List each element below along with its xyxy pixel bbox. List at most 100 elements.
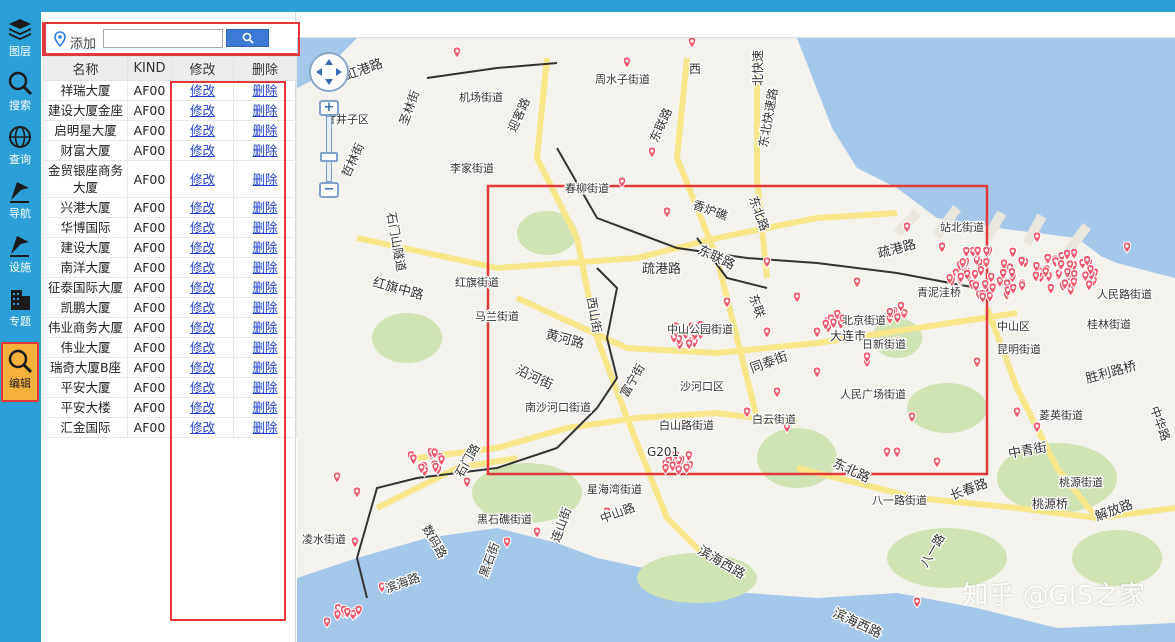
poi-marker[interactable] [1012,406,1022,419]
map-label: 东联 [746,292,767,319]
poi-kind: AF00 [127,417,172,438]
delete-link[interactable]: 删除 [252,200,277,215]
pan-control[interactable] [309,52,349,92]
map-label: 北京街道 [842,313,886,327]
map-label: 凌水街道 [302,532,346,546]
poi-marker[interactable] [792,291,802,304]
edit-link[interactable]: 修改 [190,200,215,215]
poi-marker[interactable] [978,291,987,305]
table-row: 瑞奇大厦B座 AF00 修改 删除 [43,357,297,378]
edit-panel: 添加 名称 KIND 修改 删除 祥瑞大厦 AF00 修改 删除 建设大厦金座 AF00 修… [41,12,299,642]
map-canvas[interactable]: 虹港路 周水子街道西 北快速机场街道 东北快速路甘井子区 圣林街 迎客路 东联路李家街道春柳… [297,38,1175,642]
poi-marker[interactable] [332,471,342,484]
poi-marker[interactable] [622,56,632,69]
poi-marker[interactable] [972,356,982,369]
poi-marker[interactable] [882,446,892,459]
delete-link[interactable]: 删除 [252,360,277,375]
poi-marker[interactable] [772,386,782,399]
map-label: 桃源街道 [1059,475,1103,489]
zoom-out-button[interactable]: − [319,182,339,198]
nav-item-facility[interactable]: 设施 [1,228,39,280]
delete-cell: 删除 [233,357,297,378]
edit-link[interactable]: 修改 [190,340,215,355]
edit-search-icon [8,349,33,374]
edit-link[interactable]: 修改 [190,172,215,187]
edit-link[interactable]: 修改 [190,220,215,235]
delete-link[interactable]: 删除 [252,83,277,98]
edit-cell: 修改 [171,397,234,418]
edit-link[interactable]: 修改 [190,360,215,375]
map-label: 圣林街 [397,88,422,127]
edit-link[interactable]: 修改 [190,280,215,295]
search-icon [8,71,33,96]
edit-link[interactable]: 修改 [190,420,215,435]
delete-cell: 删除 [233,197,297,218]
add-label: 添加 [70,37,97,52]
delete-link[interactable]: 删除 [252,220,277,235]
poi-marker[interactable] [687,38,697,49]
zoom-slider-track[interactable] [326,116,332,182]
nav-item-layers[interactable]: 图层 [1,12,39,64]
poi-marker[interactable] [1017,280,1027,293]
nav-item-query[interactable]: 查询 [1,120,39,172]
poi-marker[interactable] [662,206,672,219]
add-bar: 添加 [44,22,299,55]
poi-marker[interactable] [647,146,657,159]
delete-cell: 删除 [233,277,297,298]
edit-link[interactable]: 修改 [190,83,215,98]
nav-label: 专题 [9,315,31,328]
delete-link[interactable]: 删除 [252,400,277,415]
edit-link[interactable]: 修改 [190,103,215,118]
poi-marker[interactable] [762,326,772,339]
edit-cell: 修改 [171,160,234,198]
poi-marker[interactable] [452,46,462,59]
delete-link[interactable]: 删除 [252,340,277,355]
edit-link[interactable]: 修改 [190,260,215,275]
poi-marker[interactable] [1046,282,1056,296]
delete-link[interactable]: 删除 [252,103,277,118]
nav-item-topic[interactable]: 专题 [1,282,39,334]
poi-marker[interactable] [812,366,822,379]
poi-marker[interactable] [682,462,691,475]
edit-link[interactable]: 修改 [190,300,215,315]
map-label: 哲林街 [339,141,367,180]
nav-item-edit[interactable]: 编辑 [1,342,39,402]
poi-marker[interactable] [892,446,902,459]
map-label: 中山区 [997,320,1030,333]
poi-marker[interactable] [932,456,942,469]
poi-marker[interactable] [812,326,822,339]
delete-link[interactable]: 删除 [252,123,277,138]
delete-link[interactable]: 删除 [252,260,277,275]
delete-link[interactable]: 删除 [252,280,277,295]
delete-link[interactable]: 删除 [252,300,277,315]
delete-link[interactable]: 删除 [252,420,277,435]
edit-link[interactable]: 修改 [190,380,215,395]
poi-marker[interactable] [352,486,362,499]
poi-marker[interactable] [350,536,360,549]
poi-marker[interactable] [532,526,542,539]
map-view[interactable]: 虹港路 周水子街道西北快速 机场街道 东北快速路 甘井子区 圣林街 迎客路 东联路 李家街道 春柳… [297,12,1175,642]
edit-link[interactable]: 修改 [190,320,215,335]
poi-marker[interactable] [852,276,862,289]
add-search-input[interactable] [103,29,223,48]
delete-link[interactable]: 删除 [252,240,277,255]
delete-link[interactable]: 删除 [252,143,277,158]
delete-link[interactable]: 删除 [252,320,277,335]
delete-cell: 删除 [233,100,297,121]
delete-link[interactable]: 删除 [252,172,277,187]
table-row: 启明星大厦 AF00 修改 删除 [43,120,297,141]
poi-marker[interactable] [409,453,418,466]
edit-link[interactable]: 修改 [190,123,215,138]
nav-item-search[interactable]: 搜索 [1,66,39,118]
delete-link[interactable]: 删除 [252,380,277,395]
edit-link[interactable]: 修改 [190,400,215,415]
table-row: 财富大厦 AF00 修改 删除 [43,140,297,161]
edit-link[interactable]: 修改 [190,143,215,158]
edit-link[interactable]: 修改 [190,240,215,255]
search-button[interactable] [226,29,269,47]
zoom-slider-handle[interactable] [320,152,338,162]
nav-item-navigation[interactable]: 导航 [1,174,39,226]
poi-kind: AF00 [127,217,172,238]
poi-kind: AF00 [127,140,172,161]
zoom-in-button[interactable]: + [319,100,339,116]
